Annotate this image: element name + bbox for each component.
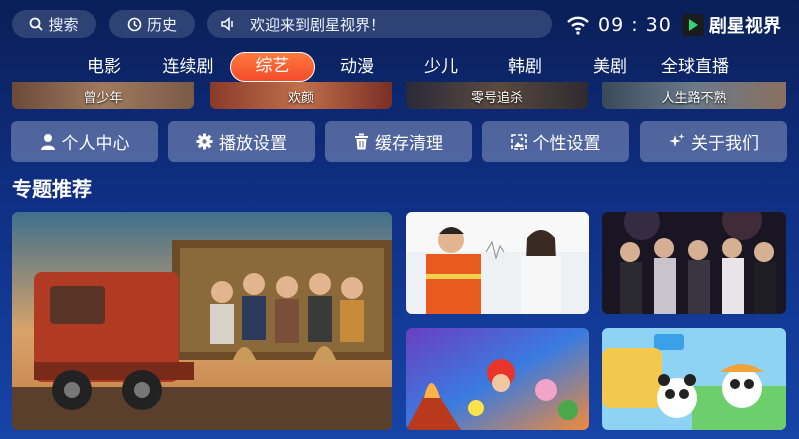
poster-card[interactable] bbox=[406, 212, 589, 314]
cache-clear-button[interactable]: 缓存清理 bbox=[325, 121, 472, 162]
notice-bar: 欢迎来到剧星视界！ bbox=[207, 10, 552, 38]
poster-card[interactable] bbox=[602, 212, 786, 314]
cache-clear-label: 缓存清理 bbox=[375, 134, 443, 154]
tab-american[interactable]: 美剧 bbox=[589, 52, 631, 82]
thumb-title: 曾少年 bbox=[83, 91, 123, 106]
notice-text: 欢迎来到剧星视界！ bbox=[250, 15, 386, 34]
thumb-card[interactable]: 欢颜 bbox=[210, 82, 392, 109]
history-label: 历史 bbox=[146, 15, 177, 34]
search-icon bbox=[30, 17, 44, 31]
tab-variety[interactable]: 综艺 bbox=[230, 52, 315, 82]
tab-movie[interactable]: 电影 bbox=[84, 52, 124, 82]
brand-name: 剧星视界 bbox=[708, 16, 781, 37]
trash-icon bbox=[355, 133, 368, 150]
category-tabs: 电影 连续剧 综艺 动漫 少儿 韩剧 美剧 全球直播 bbox=[0, 52, 799, 82]
thumb-title: 人生路不熟 bbox=[661, 91, 727, 106]
playback-settings-label: 播放设置 bbox=[219, 134, 287, 154]
thumb-card[interactable]: 零号追杀 bbox=[406, 82, 588, 109]
poster-truck-image bbox=[12, 212, 392, 430]
status-area: 09 : 30 剧星视界 bbox=[566, 9, 781, 41]
gear-icon bbox=[196, 133, 213, 150]
clock: 09 : 30 bbox=[598, 14, 672, 36]
tab-series[interactable]: 连续剧 bbox=[158, 52, 218, 82]
poster-card[interactable] bbox=[406, 328, 589, 430]
section-title: 专题推荐 bbox=[12, 177, 92, 201]
featured-poster[interactable] bbox=[12, 212, 392, 430]
playback-settings-button[interactable]: 播放设置 bbox=[168, 121, 315, 162]
personal-center-label: 个人中心 bbox=[61, 134, 130, 154]
poster-singers-image bbox=[602, 212, 786, 314]
tab-live[interactable]: 全球直播 bbox=[656, 52, 734, 82]
personalize-button[interactable]: 个性设置 bbox=[482, 121, 629, 162]
about-us-button[interactable]: 关于我们 bbox=[640, 121, 787, 162]
search-label: 搜索 bbox=[48, 15, 79, 34]
history-button[interactable]: 历史 bbox=[109, 10, 195, 38]
image-icon bbox=[510, 133, 527, 150]
thumb-card[interactable]: 曾少年 bbox=[12, 82, 194, 109]
brand-logo-icon bbox=[681, 14, 704, 36]
thumb-title: 欢颜 bbox=[287, 91, 314, 106]
search-button[interactable]: 搜索 bbox=[12, 10, 96, 38]
thumb-title: 零号追杀 bbox=[470, 91, 523, 106]
tab-korean[interactable]: 韩剧 bbox=[505, 52, 545, 82]
personal-center-button[interactable]: 个人中心 bbox=[11, 121, 158, 162]
tab-anime[interactable]: 动漫 bbox=[336, 52, 378, 82]
person-icon bbox=[40, 134, 55, 150]
clock-icon bbox=[127, 17, 142, 31]
poster-card[interactable] bbox=[602, 328, 786, 430]
sparkle-icon bbox=[669, 133, 685, 147]
tab-kids[interactable]: 少儿 bbox=[420, 52, 462, 82]
thumb-card[interactable]: 人生路不熟 bbox=[602, 82, 786, 109]
speaker-icon bbox=[221, 16, 233, 32]
poster-panda-bus-image bbox=[602, 328, 786, 430]
about-us-label: 关于我们 bbox=[691, 134, 759, 154]
poster-game-image bbox=[406, 328, 589, 430]
personalize-label: 个性设置 bbox=[532, 134, 601, 154]
wifi-icon bbox=[567, 16, 589, 35]
poster-romance-image bbox=[406, 212, 589, 314]
